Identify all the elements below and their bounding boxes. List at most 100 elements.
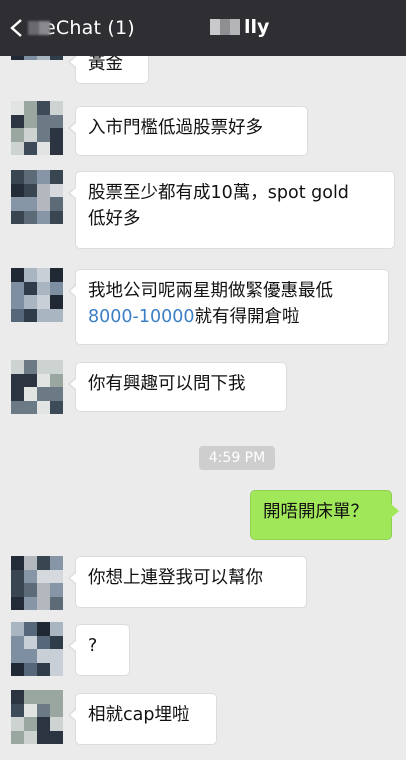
avatar-mosaic-tile <box>11 308 24 322</box>
message-text-line: 8000-10000就有得開倉啦 <box>88 304 376 330</box>
avatar-mosaic-tile <box>50 635 63 649</box>
avatar-mosaic-tile <box>37 717 50 731</box>
avatar-mosaic-tile <box>37 308 50 322</box>
avatar[interactable] <box>11 360 63 414</box>
avatar-mosaic-tile <box>50 101 63 115</box>
avatar-mosaic-tile <box>37 649 50 663</box>
message-text: 開唔開床單？ <box>263 502 368 522</box>
avatar-mosaic-tile <box>24 101 37 115</box>
avatar-mosaic-tile <box>24 360 37 374</box>
avatar[interactable] <box>11 556 63 610</box>
avatar[interactable] <box>11 690 63 744</box>
avatar[interactable] <box>11 622 63 676</box>
avatar[interactable] <box>11 101 63 155</box>
avatar-mosaic-tile <box>37 400 50 414</box>
avatar-mosaic-tile <box>50 141 63 155</box>
avatar-mosaic-tile <box>24 622 37 636</box>
message-bubble[interactable]: 相就cap埋啦 <box>68 693 217 745</box>
message-text: 你有興趣可以問下我 <box>88 374 246 394</box>
avatar-mosaic-tile <box>50 360 63 374</box>
avatar-mosaic-tile <box>50 400 63 414</box>
avatar-mosaic-tile <box>50 268 63 282</box>
avatar-mosaic-tile <box>11 170 24 184</box>
blurred-name <box>210 19 240 35</box>
avatar-mosaic-tile <box>24 662 37 676</box>
message-text: 就有得開倉啦 <box>194 307 300 327</box>
back-button[interactable]: eChat (1) <box>6 16 135 40</box>
avatar-mosaic-tile <box>11 662 24 676</box>
avatar-mosaic-tile <box>50 556 63 570</box>
message-text: 入市門檻低過股票好多 <box>88 118 263 138</box>
avatar-mosaic-tile <box>11 387 24 401</box>
avatar-mosaic-tile <box>11 690 24 704</box>
avatar-mosaic-tile <box>50 128 63 142</box>
avatar-mosaic-tile <box>11 183 24 197</box>
chat-header: eChat (1) lly <box>0 0 406 56</box>
avatar-mosaic-tile <box>37 690 50 704</box>
avatar-mosaic-tile <box>37 128 50 142</box>
avatar-mosaic-tile <box>11 703 24 717</box>
message-text-line: 我地公司呢兩星期做緊優惠最低 <box>88 281 333 301</box>
avatar-mosaic-tile <box>11 141 24 155</box>
avatar-mosaic-tile <box>50 295 63 309</box>
avatar-mosaic-tile <box>50 114 63 128</box>
message-bubble[interactable]: 你想上連登我可以幫你 <box>68 556 307 608</box>
avatar-mosaic-tile <box>50 690 63 704</box>
avatar-mosaic-tile <box>24 703 37 717</box>
avatar-mosaic-tile <box>24 596 37 610</box>
avatar-mosaic-tile <box>24 556 37 570</box>
message-bubble[interactable]: 你有興趣可以問下我 <box>68 362 287 412</box>
avatar-mosaic-tile <box>50 662 63 676</box>
blurred-text <box>28 21 50 35</box>
avatar-mosaic-tile <box>37 373 50 387</box>
phone-number-link[interactable]: 8000-10000 <box>88 307 195 327</box>
avatar-mosaic-tile <box>37 360 50 374</box>
message-bubble-outgoing[interactable]: 開唔開床單？ <box>250 490 399 540</box>
avatar-mosaic-tile <box>24 295 37 309</box>
avatar-mosaic-tile <box>24 730 37 744</box>
avatar-mosaic-tile <box>37 662 50 676</box>
message-text: 你想上連登我可以幫你 <box>88 568 263 588</box>
avatar-mosaic-tile <box>24 268 37 282</box>
avatar-mosaic-tile <box>11 622 24 636</box>
message-text: 相就cap埋啦 <box>88 705 190 725</box>
avatar-mosaic-tile <box>11 128 24 142</box>
message-text: ? <box>88 636 98 656</box>
avatar-mosaic-tile <box>50 596 63 610</box>
avatar-mosaic-tile <box>24 128 37 142</box>
avatar-mosaic-tile <box>11 596 24 610</box>
avatar-mosaic-tile <box>50 170 63 184</box>
avatar-mosaic-tile <box>37 703 50 717</box>
avatar-mosaic-tile <box>24 183 37 197</box>
avatar-mosaic-tile <box>11 569 24 583</box>
message-text-line: 股票至少都有成10萬，spot gold <box>88 183 349 203</box>
avatar-mosaic-tile <box>50 703 63 717</box>
avatar-mosaic-tile <box>37 635 50 649</box>
avatar-mosaic-tile <box>50 387 63 401</box>
message-bubble[interactable]: ? <box>68 624 130 676</box>
avatar[interactable] <box>11 170 63 224</box>
message-bubble[interactable]: 入市門檻低過股票好多 <box>68 106 308 156</box>
avatar-mosaic-tile <box>11 583 24 597</box>
avatar-mosaic-tile <box>24 281 37 295</box>
avatar-mosaic-tile <box>50 281 63 295</box>
message-bubble[interactable]: 我地公司呢兩星期做緊優惠最低 8000-10000就有得開倉啦 <box>68 269 389 345</box>
avatar-mosaic-tile <box>11 295 24 309</box>
avatar-mosaic-tile <box>50 569 63 583</box>
avatar-mosaic-tile <box>50 583 63 597</box>
avatar-mosaic-tile <box>50 730 63 744</box>
avatar[interactable] <box>11 268 63 322</box>
avatar-mosaic-tile <box>50 373 63 387</box>
avatar-mosaic-tile <box>37 101 50 115</box>
avatar-mosaic-tile <box>37 114 50 128</box>
message-text-line: 低好多 <box>88 209 141 229</box>
message-bubble[interactable]: 股票至少都有成10萬，spot gold 低好多 <box>68 171 395 249</box>
avatar-mosaic-tile <box>24 373 37 387</box>
avatar-mosaic-tile <box>24 400 37 414</box>
avatar-mosaic-tile <box>37 622 50 636</box>
avatar-mosaic-tile <box>11 268 24 282</box>
avatar-mosaic-tile <box>24 141 37 155</box>
chat-title[interactable]: lly <box>210 16 269 38</box>
avatar-mosaic-tile <box>50 197 63 211</box>
avatar-mosaic-tile <box>11 114 24 128</box>
